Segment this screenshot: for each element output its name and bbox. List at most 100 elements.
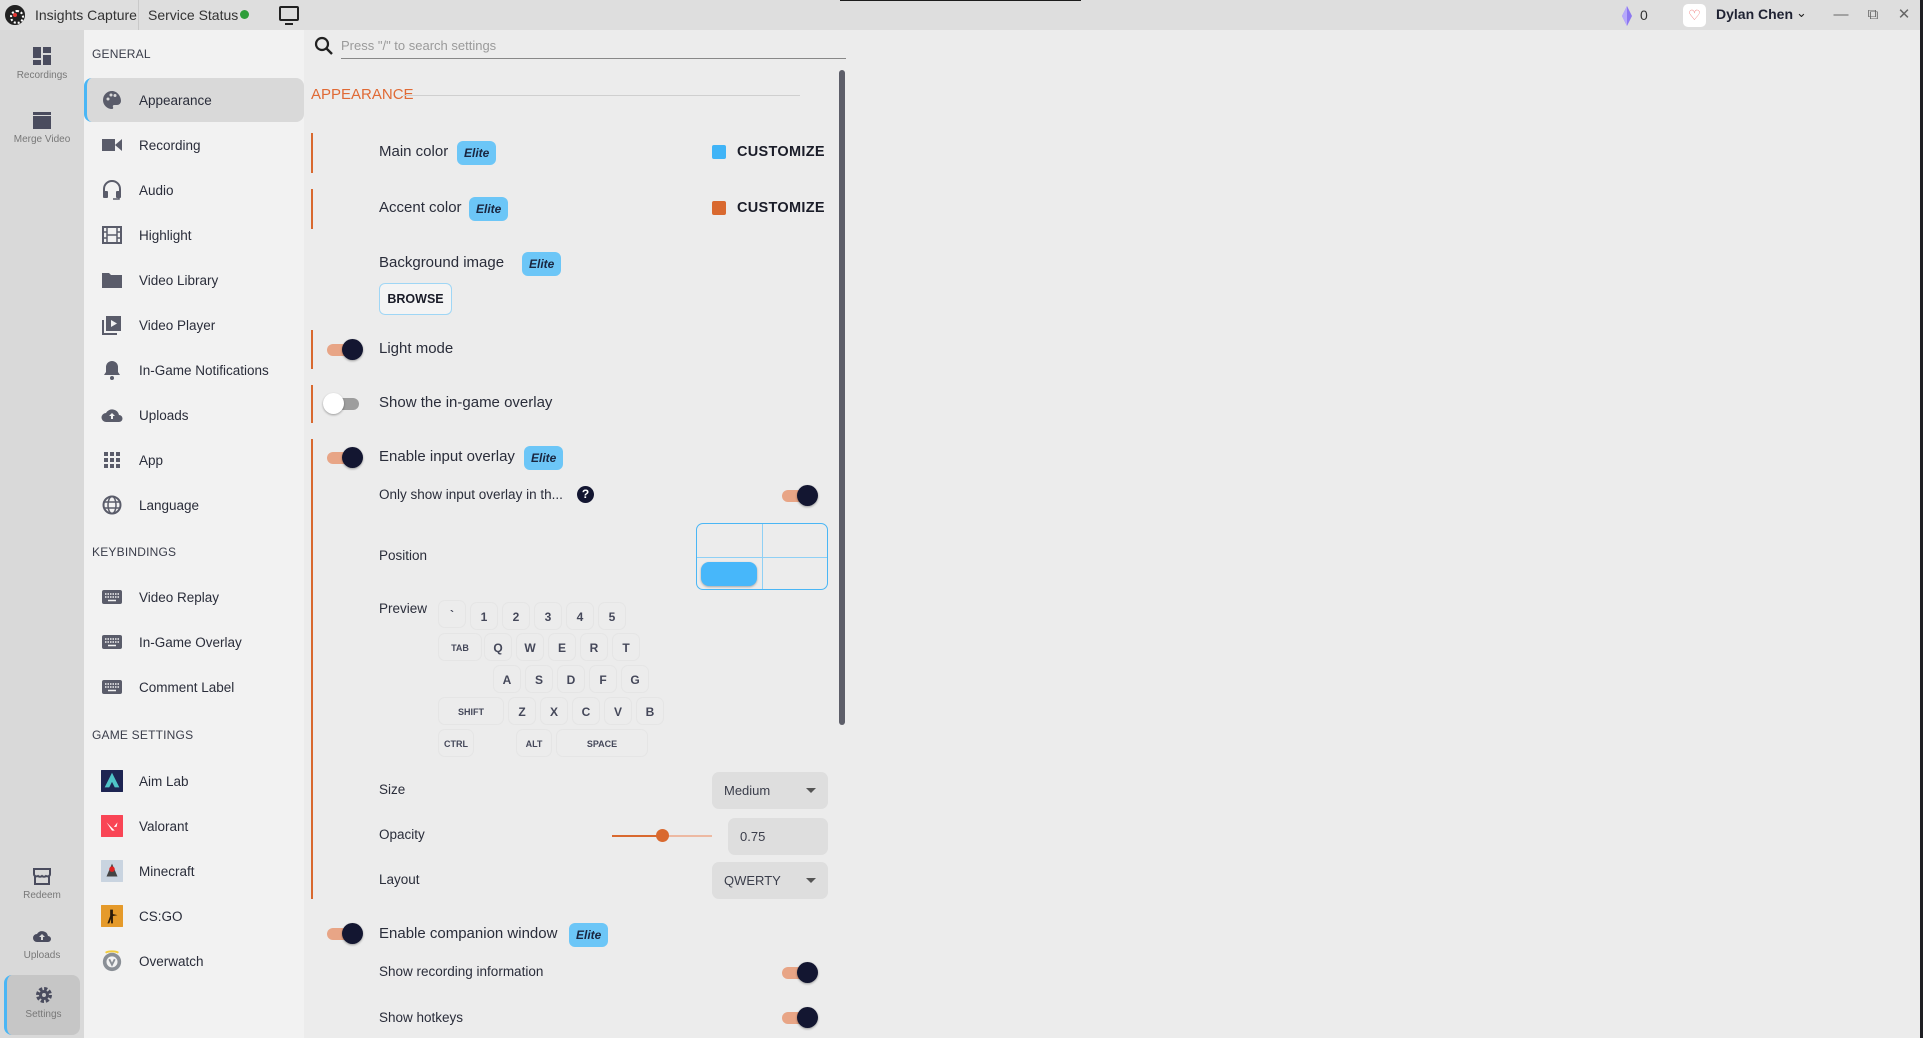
opacity-slider[interactable] [612, 826, 712, 846]
companion-window-label: Enable companion window [379, 925, 558, 942]
elite-badge: Elite [457, 141, 497, 165]
chevron-down-icon[interactable]: ⌄ [1796, 5, 1807, 21]
palette-icon [101, 89, 123, 111]
opacity-input[interactable] [728, 818, 828, 855]
slider-thumb[interactable] [656, 829, 669, 842]
key: V [604, 697, 632, 725]
search-input[interactable] [341, 33, 846, 59]
position-top-left[interactable] [701, 528, 757, 552]
title-bar: Insights Capture Service Status 0 ♡ Dyla… [0, 0, 1920, 30]
rail-label: Recordings [16, 70, 68, 81]
minecraft-logo-icon [101, 860, 123, 882]
only-show-toggle[interactable] [779, 485, 818, 506]
input-overlay-toggle[interactable] [324, 447, 363, 468]
sidebar-item-video-replay[interactable]: Video Replay [84, 575, 304, 619]
key: 2 [502, 602, 530, 630]
caret-down-icon [806, 788, 816, 793]
keyboard-icon [101, 631, 123, 653]
close-button[interactable]: ✕ [1893, 4, 1915, 26]
main-color-customize-button[interactable]: CUSTOMIZE [737, 144, 825, 160]
gem-icon [1622, 6, 1632, 26]
rail-item-uploads[interactable]: Uploads [4, 926, 80, 961]
key: SPACE [556, 729, 648, 757]
rail-label: Redeem [23, 890, 61, 901]
layout-select[interactable]: QWERTY [712, 862, 828, 899]
key: C [572, 697, 600, 725]
sidebar-item-label: In-Game Notifications [139, 362, 269, 378]
sidebar-item-video-player[interactable]: Video Player [84, 303, 304, 347]
sidebar-item-label: Language [139, 497, 200, 513]
key: SHIFT [438, 697, 504, 725]
key: 1 [470, 602, 498, 630]
key: R [580, 633, 608, 661]
user-name[interactable]: Dylan Chen [1716, 6, 1793, 22]
sidebar-item-audio[interactable]: Audio [84, 168, 304, 212]
position-bottom-right[interactable] [767, 562, 823, 586]
light-mode-toggle[interactable] [324, 339, 363, 360]
folder-icon [101, 269, 123, 291]
help-icon[interactable]: ? [577, 486, 594, 503]
slider-fill [612, 835, 662, 837]
setting-marker [311, 189, 313, 229]
rail-item-merge-video[interactable]: Merge Video [4, 110, 80, 145]
valorant-logo-icon [101, 815, 123, 837]
monitor-icon[interactable] [279, 6, 299, 25]
sidebar-item-label: Overwatch [139, 953, 204, 969]
cloud-upload-icon [33, 931, 51, 942]
size-select[interactable]: Medium [712, 772, 828, 809]
main-color-swatch [712, 145, 726, 159]
rail-item-redeem[interactable]: Redeem [4, 866, 80, 901]
sidebar-item-comment-label[interactable]: Comment Label [84, 665, 304, 709]
accent-color-customize-button[interactable]: CUSTOMIZE [737, 200, 825, 216]
sidebar-item-label: Highlight [139, 227, 192, 243]
avatar[interactable]: ♡ [1683, 4, 1706, 27]
rail-item-settings[interactable]: Settings [4, 975, 80, 1035]
position-top-right[interactable] [767, 528, 823, 552]
clapperboard-icon [33, 112, 51, 129]
cloud-upload-icon [101, 404, 123, 426]
sidebar-item-uploads[interactable]: Uploads [84, 393, 304, 437]
key: Q [484, 633, 512, 661]
sidebar-item-language[interactable]: Language [84, 483, 304, 527]
restore-button[interactable]: ⧉ [1862, 4, 1884, 26]
position-label: Position [379, 548, 428, 563]
sidebar-item-label: Aim Lab [139, 773, 189, 789]
rail-label: Merge Video [13, 134, 71, 145]
preview-label: Preview [379, 601, 428, 616]
section-title-appearance: APPEARANCE [311, 86, 414, 103]
minimize-button[interactable]: — [1830, 4, 1852, 26]
only-show-label: Only show input overlay in th... [379, 487, 563, 502]
sidebar-item-recording[interactable]: Recording [84, 123, 304, 167]
sidebar-item-in-game-overlay[interactable]: In-Game Overlay [84, 620, 304, 664]
sidebar-item-label: Recording [139, 137, 201, 153]
sidebar-item-minecraft[interactable]: Minecraft [84, 849, 304, 893]
browse-button[interactable]: BROWSE [379, 283, 452, 315]
section-heading-game-settings: GAME SETTINGS [92, 728, 194, 742]
app-logo-icon [5, 5, 25, 25]
sidebar-item-in-game-notifications[interactable]: In-Game Notifications [84, 348, 304, 392]
sidebar-item-appearance[interactable]: Appearance [84, 78, 304, 122]
position-bottom-left[interactable] [701, 562, 757, 586]
show-recording-info-toggle[interactable] [779, 962, 818, 983]
show-hotkeys-toggle[interactable] [779, 1007, 818, 1028]
keyboard-icon [101, 676, 123, 698]
sidebar-item-video-library[interactable]: Video Library [84, 258, 304, 302]
scrollbar[interactable] [839, 70, 845, 725]
sidebar-item-overwatch[interactable]: Overwatch [84, 939, 304, 983]
companion-window-toggle[interactable] [324, 923, 363, 944]
service-status[interactable]: Service Status [148, 7, 250, 23]
size-value: Medium [724, 783, 771, 798]
sidebar-item-highlight[interactable]: Highlight [84, 213, 304, 257]
sidebar-item-csgo[interactable]: CS:GO [84, 894, 304, 938]
ingame-overlay-label: Show the in-game overlay [379, 394, 553, 411]
sidebar-item-aim-lab[interactable]: Aim Lab [84, 759, 304, 803]
video-camera-icon [101, 134, 123, 156]
keyboard-icon [101, 586, 123, 608]
sidebar-item-app[interactable]: App [84, 438, 304, 482]
film-icon [101, 224, 123, 246]
bell-icon [101, 359, 123, 381]
rail-item-recordings[interactable]: Recordings [4, 46, 80, 81]
sidebar-item-valorant[interactable]: Valorant [84, 804, 304, 848]
ingame-overlay-toggle[interactable] [323, 393, 362, 414]
key: 5 [598, 602, 626, 630]
